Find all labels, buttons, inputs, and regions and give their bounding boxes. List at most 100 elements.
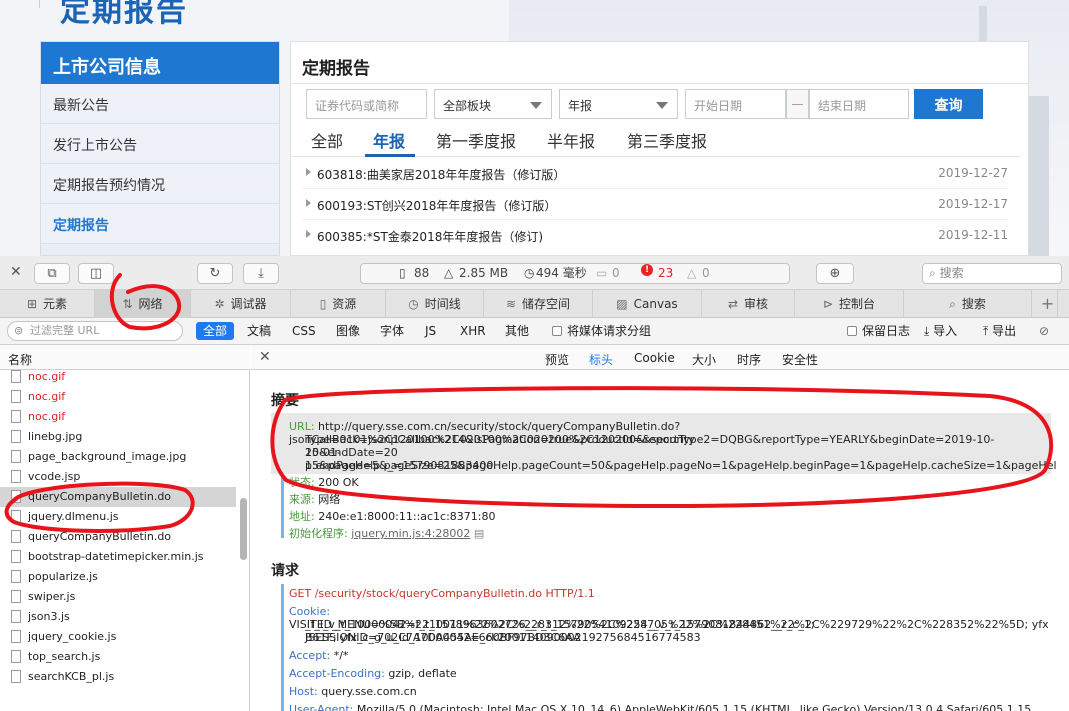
request-row[interactable]: jquery.dlmenu.js xyxy=(0,507,236,527)
tab-all[interactable]: 全部 xyxy=(311,128,343,152)
nav-item-listing[interactable]: 发行上市公告 xyxy=(41,124,279,164)
report-row[interactable]: 603818:曲美家居2018年年度报告（修订版） 2019-12-27 xyxy=(303,159,1008,189)
filter-xhr[interactable]: XHR xyxy=(453,322,493,340)
nav-item-schedule[interactable]: 定期报告预约情况 xyxy=(41,164,279,204)
add-tab-icon[interactable]: + xyxy=(1038,290,1058,318)
close-icon[interactable]: ✕ xyxy=(10,264,22,280)
request-row[interactable]: jquery_cookie.js xyxy=(0,627,236,647)
request-row[interactable]: popularize.js xyxy=(0,567,236,587)
request-row[interactable]: page_background_image.jpg xyxy=(0,447,236,467)
tab-debugger[interactable]: ✲ 调试器 xyxy=(191,290,291,318)
nav-item-periodic[interactable]: 定期报告 xyxy=(41,204,279,244)
request-name: swiper.js xyxy=(28,590,76,603)
export-button[interactable]: ⤒ 导出 xyxy=(976,322,1023,340)
import-button[interactable]: ⤓ 导入 xyxy=(917,322,964,340)
reveal-icon[interactable]: ▤ xyxy=(474,527,484,540)
tab-timing[interactable]: 时序 xyxy=(737,351,761,368)
report-title[interactable]: 600193:ST创兴2018年年度报告（修订版） xyxy=(317,197,556,214)
scrollbar[interactable] xyxy=(240,498,247,560)
url-value-line[interactable]: p.endPage=5&_=1579081883400 xyxy=(305,459,1065,472)
main-panel: 定期报告 证券代码或简称 全部板块 年报 开始日期 — 结束日期 查询 全部 年… xyxy=(290,41,1029,256)
checkbox-icon xyxy=(552,326,562,336)
status-row: 状态: 200 OK xyxy=(289,476,359,489)
tab-canvas[interactable]: ▨ Canvas xyxy=(593,290,702,318)
report-title[interactable]: 603818:曲美家居2018年年度报告（修订版） xyxy=(317,166,565,183)
tab-cookie[interactable]: Cookie xyxy=(634,351,675,365)
request-row[interactable]: vcode.jsp xyxy=(0,467,236,487)
request-row[interactable]: noc.gif xyxy=(0,370,236,387)
download-icon[interactable]: ⤓ xyxy=(243,263,279,284)
request-row[interactable]: queryCompanyBulletin.do xyxy=(0,487,236,507)
report-row[interactable]: 600193:ST创兴2018年年度报告（修订版） 2019-12-17 xyxy=(303,190,1008,220)
filter-all[interactable]: 全部 xyxy=(196,322,235,340)
filter-other[interactable]: 其他 xyxy=(498,322,536,340)
crosshair-icon[interactable]: ⊕ xyxy=(816,263,854,284)
type-select[interactable]: 年报 xyxy=(559,89,678,119)
headers-detail: 摘要 URL: http://query.sse.com.cn/security… xyxy=(251,370,1069,711)
report-title[interactable]: 600385:*ST金泰2018年年度报告（修订) xyxy=(317,228,543,245)
tab-half[interactable]: 半年报 xyxy=(547,128,595,152)
chevron-down-icon xyxy=(530,102,542,109)
accept-row: Accept: */* xyxy=(289,649,349,662)
resource-size: 2.85 MB xyxy=(459,266,509,280)
nav-item-latest[interactable]: 最新公告 xyxy=(41,84,279,124)
chevron-down-icon xyxy=(656,102,668,109)
tab-audit[interactable]: ⇄ 审核 xyxy=(702,290,795,318)
tab-elements[interactable]: ⊞ 元素 xyxy=(0,290,95,318)
filter-css[interactable]: CSS xyxy=(285,322,323,340)
request-row[interactable]: top_search.js xyxy=(0,647,236,667)
network-filter-bar: ⊜ 过滤完整 URL 全部 文稿 CSS 图像 字体 JS XHR 其他 将媒体请… xyxy=(0,318,1069,345)
tab-console[interactable]: ⊳ 控制台 xyxy=(795,290,904,318)
tab-storage[interactable]: ≋ 储存空间 xyxy=(484,290,593,318)
file-icon xyxy=(11,410,21,423)
request-row[interactable]: linebg.jpg xyxy=(0,427,236,447)
reload-icon[interactable]: ↻ xyxy=(197,263,233,284)
group-media-checkbox[interactable]: 将媒体请求分组 xyxy=(545,322,658,340)
list-header[interactable]: 名称 xyxy=(0,345,250,370)
request-row[interactable]: queryCompanyBulletin.do xyxy=(0,527,236,547)
filter-images[interactable]: 图像 xyxy=(329,322,367,340)
dock-side-icon[interactable]: ◫ xyxy=(78,263,114,284)
error-count[interactable]: 23 xyxy=(658,264,673,283)
tab-q3[interactable]: 第三季度报 xyxy=(627,128,707,152)
query-button[interactable]: 查询 xyxy=(914,89,983,119)
filter-documents[interactable]: 文稿 xyxy=(240,322,278,340)
tab-annual[interactable]: 年报 xyxy=(373,128,405,152)
tab-headers[interactable]: 标头 xyxy=(589,351,613,368)
close-icon[interactable]: ✕ xyxy=(259,349,271,365)
request-row[interactable]: bootstrap-datetimepicker.min.js xyxy=(0,547,236,567)
end-date-input[interactable]: 结束日期 xyxy=(809,89,909,119)
detail-tabs: ✕ 预览 标头 Cookie 大小 时序 安全性 xyxy=(251,345,1069,370)
undock-icon[interactable]: ⧉ xyxy=(34,263,70,284)
board-select[interactable]: 全部板块 xyxy=(434,89,552,119)
preserve-log-checkbox[interactable]: 保留日志 xyxy=(840,322,917,340)
tab-timeline[interactable]: ◷ 时间线 xyxy=(386,290,484,318)
start-date-input[interactable]: 开始日期 xyxy=(685,89,786,119)
request-row[interactable]: noc.gif xyxy=(0,407,236,427)
tab-resources[interactable]: ▯ 资源 xyxy=(291,290,386,318)
report-row[interactable]: 600385:*ST金泰2018年年度报告（修订) 2019-12-11 xyxy=(303,221,1008,251)
request-row[interactable]: noc.gif xyxy=(0,387,236,407)
request-row[interactable]: json3.js xyxy=(0,607,236,627)
tab-preview[interactable]: 预览 xyxy=(545,351,569,368)
request-name: page_background_image.jpg xyxy=(28,450,187,463)
inspector-search-input[interactable]: ⌕ 搜索 xyxy=(922,263,1062,284)
filter-fonts[interactable]: 字体 xyxy=(373,322,411,340)
request-row[interactable]: searchKCB_pl.js xyxy=(0,667,236,687)
tab-search[interactable]: ⌕ 搜索 xyxy=(904,290,1032,318)
request-row[interactable]: swiper.js xyxy=(0,587,236,607)
caret-right-icon xyxy=(306,199,311,207)
tab-q1[interactable]: 第一季度报 xyxy=(436,128,516,152)
tab-security[interactable]: 安全性 xyxy=(782,351,818,368)
url-filter-input[interactable]: ⊜ 过滤完整 URL xyxy=(7,321,183,341)
request-name: noc.gif xyxy=(28,370,66,383)
initiator-link[interactable]: jquery.min.js:4:28002 xyxy=(351,527,470,540)
resource-stats: ▯ 88 △ 2.85 MB ◷ 494 毫秒 ▭ 0 ! 23 △ 0 xyxy=(360,263,790,284)
code-search-input[interactable]: 证券代码或简称 xyxy=(306,89,427,119)
tab-size[interactable]: 大小 xyxy=(692,351,716,368)
filter-js[interactable]: JS xyxy=(418,322,443,340)
request-name: queryCompanyBulletin.do xyxy=(28,490,172,503)
initiator-row[interactable]: 初始化程序: jquery.min.js:4:28002 ▤ xyxy=(289,527,1049,540)
tab-network[interactable]: ⇅ 网络 xyxy=(95,290,191,318)
clear-icon[interactable]: ⊘ xyxy=(1032,322,1056,340)
